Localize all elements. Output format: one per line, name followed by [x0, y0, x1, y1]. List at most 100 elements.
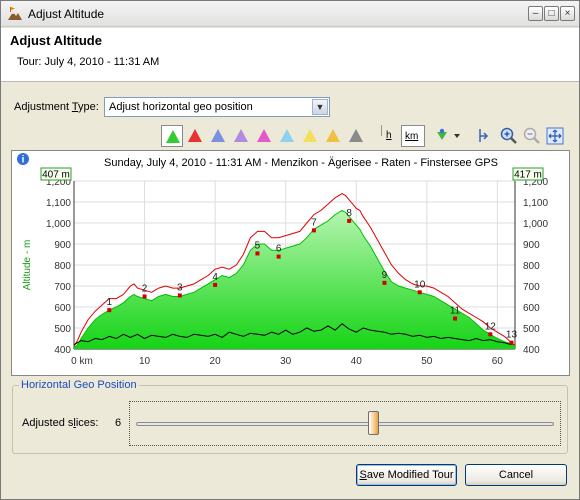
minimize-icon[interactable]: –: [528, 6, 543, 21]
adjustment-type-label: Adjustment Type:: [14, 101, 99, 113]
y-tick-label-left: 900: [54, 240, 71, 251]
y-tick-label-right: 500: [523, 324, 540, 335]
x-tick-label: 40: [351, 356, 363, 367]
graph-color-button-5[interactable]: [253, 125, 275, 147]
graph-color-button-4[interactable]: [230, 125, 252, 147]
graph-color-icon: [303, 129, 317, 142]
cancel-button[interactable]: Cancel: [465, 464, 567, 486]
end-altitude-label: 417 m: [514, 170, 542, 181]
zoom-full-button[interactable]: [544, 125, 566, 147]
slice-marker-label: 3: [177, 282, 183, 293]
slice-marker-label: 13: [506, 330, 518, 341]
start-altitude-label: 407 m: [42, 170, 70, 181]
distance-unit-button[interactable]: km: [401, 125, 425, 147]
slice-marker: [382, 280, 387, 285]
x-tick-label: 30: [280, 356, 292, 367]
y-tick-label-right: 900: [523, 240, 540, 251]
slice-marker-label: 5: [255, 240, 261, 251]
slider-track[interactable]: [136, 422, 554, 426]
y-tick-label-left: 500: [54, 324, 71, 335]
graph-color-icon: [257, 129, 271, 142]
y-axis-label: Altitude - m: [22, 240, 33, 291]
save-modified-tour-button[interactable]: Save Modified Tour: [356, 464, 457, 486]
graph-color-button-6[interactable]: [276, 125, 298, 147]
adjust-altitude-dialog: Adjust Altitude – □ × Adjust Altitude To…: [0, 0, 580, 500]
slice-marker: [347, 218, 352, 223]
y-tick-label-left: 800: [54, 261, 71, 272]
y-tick-label-right: 1,100: [523, 198, 548, 209]
graph-color-button-1[interactable]: [161, 125, 183, 147]
graph-color-button-8[interactable]: [322, 125, 344, 147]
adjustment-type-select[interactable]: Adjust horizontal geo position ▼: [104, 97, 330, 117]
fit-graph-button[interactable]: [475, 125, 497, 147]
time-unit-label: h: [386, 130, 392, 141]
close-icon[interactable]: ×: [560, 6, 575, 21]
title-bar[interactable]: Adjust Altitude – □ ×: [1, 1, 579, 27]
y-tick-label-left: 700: [54, 282, 71, 293]
slice-marker: [509, 340, 514, 345]
window-title: Adjust Altitude: [28, 7, 105, 21]
x-tick-label: 60: [492, 356, 504, 367]
y-tick-label-right: 1,000: [523, 219, 548, 230]
graph-color-button-2[interactable]: [184, 125, 206, 147]
slice-marker: [417, 290, 422, 295]
x-tick-label: 10: [139, 356, 151, 367]
slice-marker-label: 12: [485, 321, 497, 332]
distance-unit-label: km: [405, 131, 419, 142]
slice-marker: [488, 332, 493, 337]
altitude-area: [74, 210, 515, 349]
slider-thumb[interactable]: [368, 411, 379, 435]
dialog-header: Adjust Altitude Tour: July 4, 2010 - 11:…: [1, 28, 579, 82]
slice-marker-label: 2: [142, 284, 148, 295]
y-tick-label-right: 400: [523, 345, 540, 356]
x-tick-label: 0 km: [71, 356, 93, 367]
maximize-icon[interactable]: □: [544, 6, 559, 21]
slice-marker: [453, 316, 458, 321]
slice-marker-label: 11: [450, 306, 461, 317]
zoom-fit-icon: [479, 129, 489, 142]
chart-title: Sunday, July 4, 2010 - 11:31 AM - Menzik…: [104, 157, 498, 169]
header-title: Adjust Altitude: [10, 33, 102, 48]
graph-color-icon: [166, 130, 180, 143]
slice-marker: [213, 282, 218, 287]
graph-color-button-9[interactable]: [345, 125, 367, 147]
options-dropdown-button[interactable]: [434, 125, 464, 147]
x-tick-label: 50: [421, 356, 433, 367]
zoom-in-icon: [500, 127, 517, 144]
y-tick-label-left: 1,100: [46, 198, 71, 209]
zoom-out-button[interactable]: [521, 125, 543, 147]
graph-color-icon: [188, 129, 202, 142]
slice-marker-label: 4: [212, 272, 218, 283]
y-tick-label-left: 1,000: [46, 219, 71, 230]
chevron-down-icon[interactable]: ▼: [312, 99, 328, 115]
graph-color-button-7[interactable]: [299, 125, 321, 147]
y-tick-label-right: 800: [523, 261, 540, 272]
slice-marker: [107, 308, 112, 313]
slice-marker-label: 7: [311, 217, 317, 228]
altitude-chart[interactable]: i Sunday, July 4, 2010 - 11:31 AM - Menzi…: [11, 150, 570, 376]
slice-marker: [255, 251, 260, 256]
slice-marker: [276, 254, 281, 259]
time-unit-button[interactable]: h: [377, 125, 399, 147]
slice-marker-label: 8: [346, 208, 352, 219]
altitude-chart-svg[interactable]: i Sunday, July 4, 2010 - 11:31 AM - Menzi…: [12, 151, 569, 375]
graph-color-icon: [349, 129, 363, 142]
adjustment-type-value: Adjust horizontal geo position: [109, 101, 253, 113]
y-tick-label-right: 700: [523, 282, 540, 293]
graph-options-icon: [437, 128, 460, 140]
app-icon: [8, 7, 22, 20]
x-tick-label: 20: [210, 356, 222, 367]
group-title: Horizontal Geo Position: [19, 379, 139, 391]
adjusted-slices-label: Adjusted slices:: [22, 417, 99, 429]
zoom-in-button[interactable]: [498, 125, 520, 147]
slice-marker: [177, 293, 182, 298]
y-tick-label-right: 600: [523, 303, 540, 314]
graph-color-button-3[interactable]: [207, 125, 229, 147]
slice-marker-label: 9: [382, 270, 388, 281]
adjusted-slices-value: 6: [115, 417, 122, 429]
slices-slider[interactable]: [129, 401, 561, 446]
slice-marker: [311, 228, 316, 233]
graph-color-icon: [234, 129, 248, 142]
graph-color-icon: [326, 129, 340, 142]
y-tick-label-left: 400: [54, 345, 71, 356]
